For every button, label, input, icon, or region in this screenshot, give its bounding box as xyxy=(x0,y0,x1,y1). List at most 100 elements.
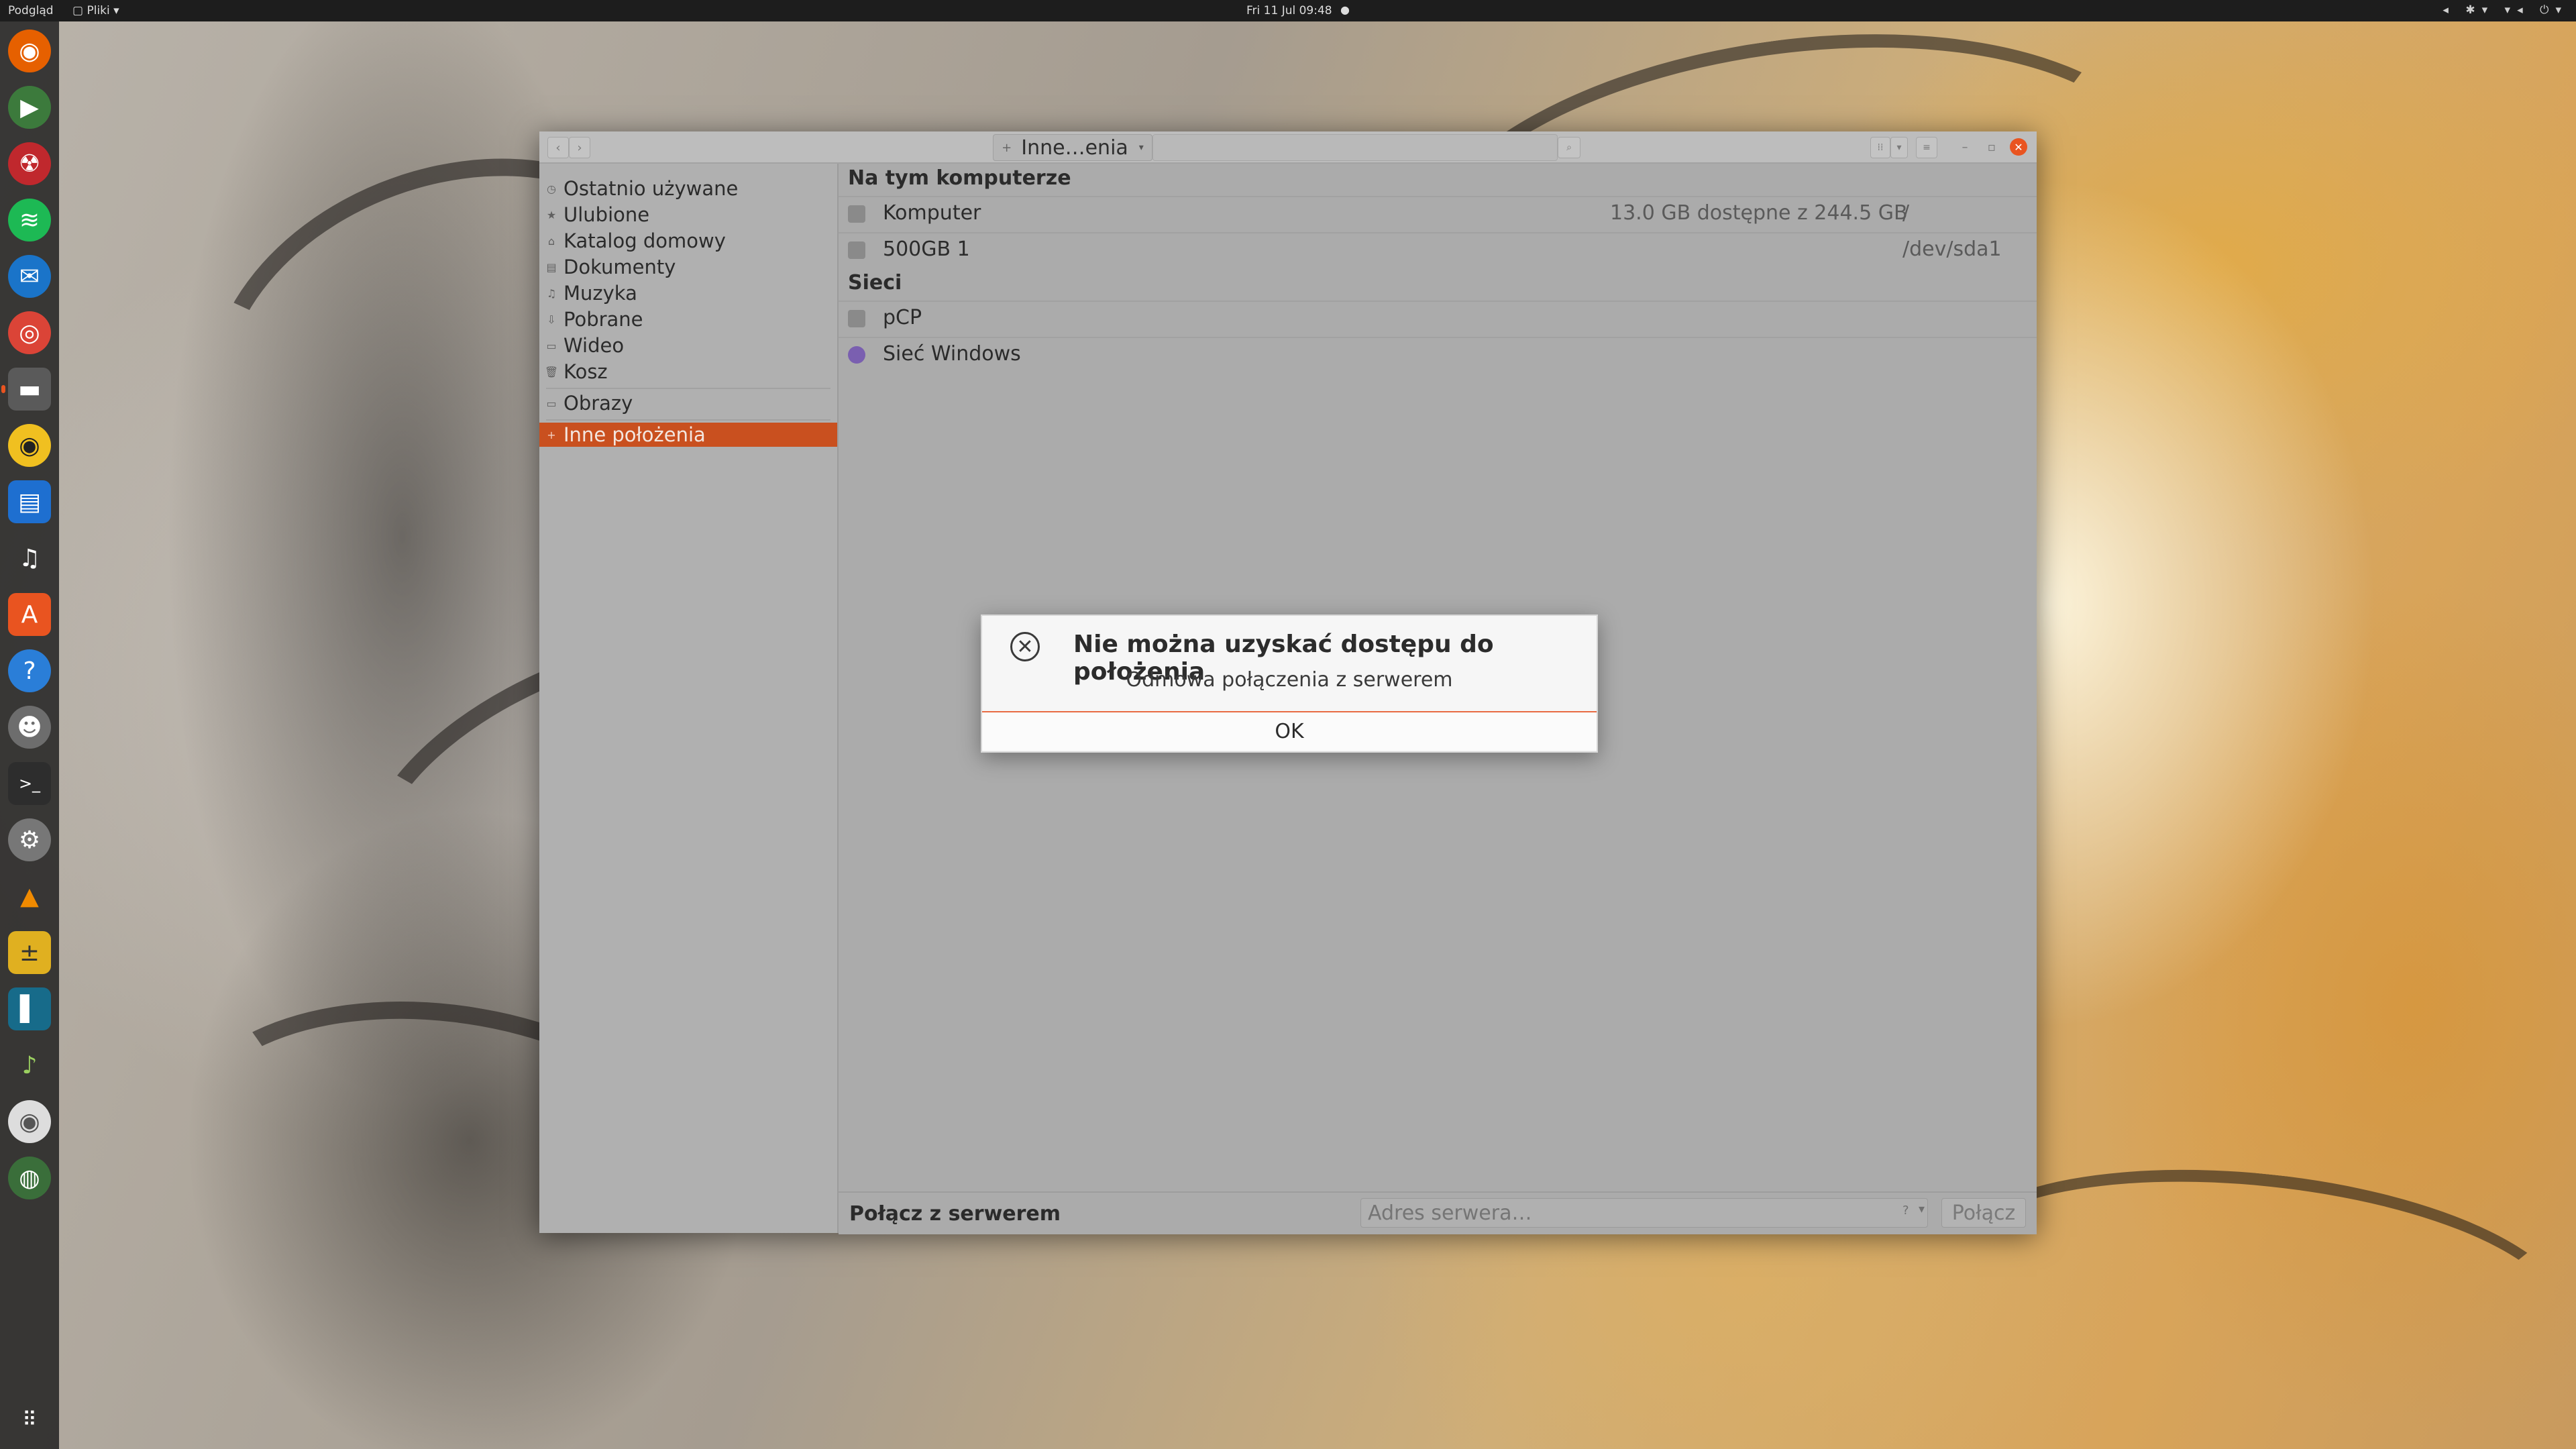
files-icon[interactable]: ▬ xyxy=(1,368,51,411)
sidebar-item-downloads[interactable]: ⇩ Pobrane xyxy=(539,307,837,332)
sidebar-item-label: Dokumenty xyxy=(564,256,676,278)
server-address-input[interactable] xyxy=(1360,1198,1928,1228)
terminal-icon[interactable]: >_ xyxy=(8,762,51,805)
play-app-icon[interactable]: ▶ xyxy=(8,86,51,129)
thunderbird-icon[interactable]: ✉ xyxy=(8,255,51,298)
section-this-computer: Na tym komputerze xyxy=(848,166,1071,190)
headerbar: ‹ › + Inne…enia ▾ ⌕ ⁞⁞ ▾ ≡ – ▫ ✕ xyxy=(539,131,2037,164)
connect-label: Połącz z serwerem xyxy=(849,1202,1061,1226)
chevron-down-icon[interactable]: ▾ xyxy=(1919,1202,1925,1216)
sidebar-item-home[interactable]: ⌂ Katalog domowy xyxy=(539,228,837,254)
sidebar-item-other-locations[interactable]: + Inne położenia xyxy=(539,423,837,447)
top-panel: Podgląd ▢ Pliki ▾ Fri 11 Jul 09:48 ● ◂ ✱… xyxy=(0,0,2576,21)
sidebar-item-music[interactable]: ♫ Muzyka xyxy=(539,280,837,306)
network-name: pCP xyxy=(883,306,922,329)
ok-button[interactable]: OK xyxy=(982,711,1597,750)
sidebar-item-recent[interactable]: ◷ Ostatnio używane xyxy=(539,176,837,201)
dialog-message: Odmowa połączenia z serwerem xyxy=(1126,668,1453,692)
minimize-button[interactable]: – xyxy=(1956,138,1974,156)
path-crumb[interactable]: + Inne…enia ▾ xyxy=(993,134,1152,161)
sidebar-item-pictures[interactable]: ▭ Obrazy xyxy=(539,390,837,416)
star-icon: ★ xyxy=(546,208,557,221)
sidebar-item-label: Obrazy xyxy=(564,392,633,415)
maximize-button[interactable]: ▫ xyxy=(1983,138,2000,156)
show-apps-icon[interactable]: ⠿ xyxy=(8,1398,51,1441)
list-item[interactable]: 500GB 1 /dev/sda1 xyxy=(839,233,2037,268)
writer-icon[interactable]: ▤ xyxy=(8,480,51,523)
network-share-icon xyxy=(848,310,865,327)
back-button[interactable]: ‹ xyxy=(547,137,569,158)
red-app-icon[interactable]: ☢ xyxy=(8,142,51,185)
software-center-icon[interactable]: A xyxy=(8,593,51,636)
connect-button[interactable]: Połącz xyxy=(1941,1198,2026,1228)
drive-icon xyxy=(848,205,865,223)
trash-icon: 🗑 xyxy=(544,365,559,378)
music-note-icon: ♫ xyxy=(546,286,557,300)
app-menu[interactable]: Podgląd xyxy=(8,4,54,17)
clock-icon: ◷ xyxy=(547,182,556,195)
sidebar-separator xyxy=(546,388,830,389)
clock[interactable]: Fri 11 Jul 09:48 xyxy=(1246,4,1332,17)
settings-icon[interactable]: ⚙ xyxy=(8,818,51,861)
spotify-icon[interactable]: ≋ xyxy=(8,199,51,241)
sidebar-item-label: Wideo xyxy=(564,334,625,357)
list-item[interactable]: Komputer 13.0 GB dostępne z 244.5 GB / xyxy=(839,197,2037,232)
sidebar-item-label: Ulubione xyxy=(564,203,650,226)
sidebar-item-trash[interactable]: 🗑 Kosz xyxy=(539,359,837,384)
sidebar-item-label: Muzyka xyxy=(564,282,637,305)
close-button[interactable]: ✕ xyxy=(2010,138,2027,156)
drive-mount: / xyxy=(1902,201,1910,225)
view-options-button[interactable]: ▾ xyxy=(1890,137,1908,158)
view-toggle-button[interactable]: ⁞⁞ xyxy=(1870,137,1890,158)
music-icon[interactable]: ♫ xyxy=(8,537,51,580)
network-name: Sieć Windows xyxy=(883,342,1021,366)
globe-app-icon[interactable]: ◍ xyxy=(8,1157,51,1199)
pathbar-empty xyxy=(1152,134,1558,161)
picture-icon: ▭ xyxy=(546,396,557,410)
disc-icon[interactable]: ◉ xyxy=(8,1100,51,1143)
drive-icon xyxy=(848,241,865,259)
search-icon: ⌕ xyxy=(1566,142,1572,153)
document-icon: ▤ xyxy=(546,260,557,274)
editor-icon[interactable]: ▌ xyxy=(8,987,51,1030)
section-networks: Sieci xyxy=(848,271,902,294)
help-icon[interactable]: ? xyxy=(8,649,51,692)
windows-network-icon xyxy=(848,346,865,364)
dock: ◉ ▶ ☢ ≋ ✉ ◎ ▬ ◉ ▤ ♫ A ? ☻ >_ ⚙ ▲ ± ▌ ♪ ◉… xyxy=(0,21,59,1449)
list-item[interactable]: pCP xyxy=(839,302,2037,337)
music-player-icon[interactable]: ♪ xyxy=(8,1044,51,1087)
menu-button[interactable]: ≡ xyxy=(1916,137,1937,158)
system-indicators[interactable]: ◂ ✱▾ ▾◂ ⏻▾ xyxy=(2443,3,2568,17)
drive-space: 13.0 GB dostępne z 244.5 GB xyxy=(1610,201,1908,225)
sidebar: ◷ Ostatnio używane ★ Ulubione ⌂ Katalog … xyxy=(539,164,839,1233)
notification-dot-icon: ● xyxy=(1340,3,1350,16)
search-button[interactable]: ⌕ xyxy=(1558,137,1580,158)
sidebar-item-videos[interactable]: ▭ Wideo xyxy=(539,333,837,358)
forward-button[interactable]: › xyxy=(569,137,590,158)
rhythmbox-icon[interactable]: ◉ xyxy=(8,424,51,467)
files-menu[interactable]: ▢ Pliki ▾ xyxy=(72,4,119,17)
sidebar-item-label: Inne położenia xyxy=(564,423,706,446)
calculator-icon[interactable]: ± xyxy=(8,931,51,974)
home-icon: ⌂ xyxy=(547,234,555,248)
download-icon: ⇩ xyxy=(547,313,556,326)
chrome-icon[interactable]: ◎ xyxy=(8,311,51,354)
connect-to-server-bar: Połącz z serwerem ? ▾ Połącz xyxy=(839,1191,2037,1234)
drive-name: Komputer xyxy=(883,201,981,225)
firefox-icon[interactable]: ◉ xyxy=(8,30,51,72)
plus-icon: + xyxy=(547,428,556,441)
video-icon: ▭ xyxy=(546,339,557,352)
sidebar-item-starred[interactable]: ★ Ulubione xyxy=(539,202,837,227)
gimp-icon[interactable]: ☻ xyxy=(8,706,51,749)
sidebar-item-label: Ostatnio używane xyxy=(564,177,739,200)
help-icon[interactable]: ? xyxy=(1902,1203,1909,1218)
list-item[interactable]: Sieć Windows xyxy=(839,338,2037,373)
sidebar-separator xyxy=(546,419,830,421)
drive-mount: /dev/sda1 xyxy=(1902,237,2002,261)
other-locations-icon: + xyxy=(1002,140,1012,155)
error-icon: ✕ xyxy=(1010,632,1040,661)
sidebar-item-label: Kosz xyxy=(564,360,608,383)
vlc-icon[interactable]: ▲ xyxy=(8,875,51,918)
sidebar-item-label: Katalog domowy xyxy=(564,229,726,252)
sidebar-item-documents[interactable]: ▤ Dokumenty xyxy=(539,254,837,280)
